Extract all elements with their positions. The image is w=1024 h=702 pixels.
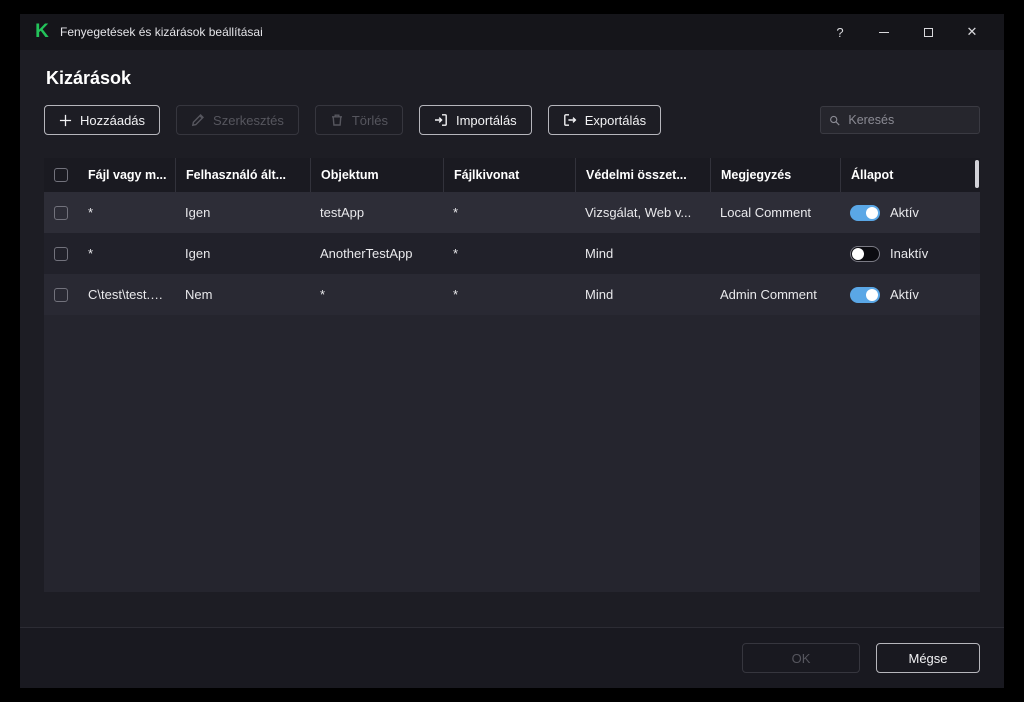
status-label: Inaktív (890, 246, 929, 261)
cell-hash: * (453, 246, 459, 261)
title-bar: K Fenyegetések és kizárások beállításai … (20, 14, 1004, 50)
cell-components: Mind (585, 287, 614, 302)
import-button[interactable]: Importálás (418, 105, 532, 135)
export-button[interactable]: Exportálás (547, 105, 662, 135)
status-label: Aktív (890, 287, 919, 302)
cell-user: Igen (185, 246, 211, 261)
cell-status: Inaktív (840, 245, 980, 262)
header-checkbox-cell (44, 158, 78, 192)
plus-icon (59, 114, 72, 126)
table-row[interactable]: C\test\test.exe Nem * * Mind Admin Comme… (44, 274, 980, 315)
window-title: Fenyegetések és kizárások beállításai (60, 25, 263, 39)
toggle-knob (866, 288, 878, 301)
close-button[interactable]: ✕ (950, 18, 994, 46)
cell-file: * (88, 205, 94, 220)
row-checkbox[interactable] (54, 205, 68, 220)
delete-button-label: Törlés (351, 112, 388, 128)
row-checkbox-cell (44, 205, 78, 220)
cell-object: AnotherTestApp (320, 246, 413, 261)
cell-status: Aktív (840, 204, 980, 221)
cell-user: Nem (185, 287, 213, 302)
cell-object: testApp (320, 205, 365, 220)
column-header-file[interactable]: Fájl vagy m... (78, 158, 175, 192)
row-checkbox-cell (44, 246, 78, 261)
export-button-label: Exportálás (584, 112, 647, 128)
cell-comment: Admin Comment (720, 287, 817, 302)
toolbar: Hozzáadás Szerkesztés Törlés Importálás … (44, 105, 980, 135)
edit-button-label: Szerkesztés (213, 112, 284, 128)
page-title: Kizárások (46, 68, 132, 88)
maximize-button[interactable] (906, 18, 950, 46)
status-toggle[interactable] (850, 286, 880, 303)
export-icon (563, 114, 577, 126)
pencil-icon (191, 114, 205, 127)
search-icon (830, 115, 840, 125)
maximize-icon (923, 27, 933, 37)
status-label: Aktív (890, 205, 919, 220)
row-checkbox[interactable] (54, 246, 68, 261)
trash-icon (331, 114, 342, 126)
cell-components: Vizsgálat, Web v... (585, 205, 692, 220)
column-header-hash[interactable]: Fájlkivonat (443, 158, 575, 192)
scrollbar-thumb[interactable] (975, 160, 979, 188)
cell-components: Mind (585, 246, 614, 261)
cell-file: C\test\test.exe (88, 287, 172, 302)
cell-comment: Local Comment (720, 205, 812, 220)
exclusions-table: Fájl vagy m... Felhasználó ált... Objekt… (44, 158, 980, 592)
cell-object: * (320, 287, 326, 302)
row-checkbox[interactable] (54, 287, 68, 302)
delete-button[interactable]: Törlés (314, 105, 403, 135)
search-box (820, 106, 980, 134)
kaspersky-logo-icon: K (35, 21, 49, 42)
add-button-label: Hozzáadás (80, 112, 146, 128)
cancel-button[interactable]: Mégse (876, 643, 980, 673)
column-header-user[interactable]: Felhasználó ált... (175, 158, 310, 192)
cell-file: * (88, 246, 94, 261)
table-row[interactable]: * Igen AnotherTestApp * Mind Inaktív (44, 233, 980, 274)
column-header-comment[interactable]: Megjegyzés (710, 158, 840, 192)
minimize-button[interactable] (862, 18, 906, 46)
edit-button[interactable]: Szerkesztés (176, 105, 299, 135)
toggle-knob (866, 206, 878, 219)
app-window: K Fenyegetések és kizárások beállításai … (20, 14, 1004, 688)
status-toggle[interactable] (850, 204, 880, 221)
search-input[interactable] (846, 112, 971, 128)
toggle-knob (852, 247, 864, 260)
cell-hash: * (453, 205, 459, 220)
cell-status: Aktív (840, 286, 980, 303)
table-row[interactable]: * Igen testApp * Vizsgálat, Web v... Loc… (44, 192, 980, 233)
window-controls: ? ✕ (818, 18, 994, 46)
minimize-icon (879, 31, 889, 33)
status-toggle[interactable] (850, 245, 880, 262)
import-button-label: Importálás (455, 112, 517, 128)
select-all-checkbox[interactable] (54, 168, 68, 182)
column-header-status[interactable]: Állapot (840, 158, 980, 192)
cell-hash: * (453, 287, 459, 302)
column-header-object[interactable]: Objektum (310, 158, 443, 192)
ok-button[interactable]: OK (742, 643, 860, 673)
cell-user: Igen (185, 205, 211, 220)
add-button[interactable]: Hozzáadás (44, 105, 161, 135)
import-icon (434, 114, 447, 126)
help-button[interactable]: ? (818, 18, 862, 46)
column-header-components[interactable]: Védelmi összet... (575, 158, 710, 192)
footer-bar: OK Mégse (20, 627, 1004, 688)
row-checkbox-cell (44, 287, 78, 302)
table-header: Fájl vagy m... Felhasználó ált... Objekt… (44, 158, 980, 192)
